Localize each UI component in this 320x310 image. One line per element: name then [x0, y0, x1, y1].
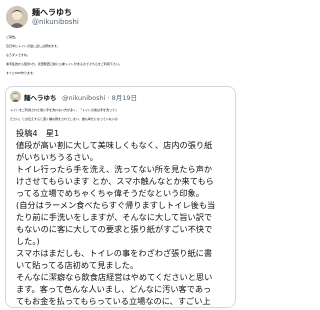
- post-line: もうダメですね。: [6, 53, 30, 57]
- review-line: 投稿4 星1: [16, 128, 60, 138]
- quoted-author-avatar: [10, 91, 21, 102]
- review-line: たり前に手洗いをしますが、そんなに大して旨い訳で: [16, 212, 213, 222]
- review-line: トイレ行ったら手を洗え、洗ってない所を見たら声か: [16, 164, 213, 174]
- review-line: した。): [16, 236, 40, 246]
- quoted-date: 8月19日: [111, 94, 138, 102]
- quoted-author-name: 麺へラゆち: [24, 94, 57, 102]
- quoted-handle-text: @nikuniboshi: [62, 94, 106, 102]
- quoted-post-header: 麺へラゆち @nikuniboshi · 8月19日: [10, 91, 230, 103]
- review-line: スマホはまだしも、トイレの事をわざわざ張り紙に書: [16, 248, 213, 258]
- author-handle[interactable]: @nikuniboshi: [32, 18, 79, 26]
- post-line: ご報告。: [6, 35, 19, 39]
- quoted-post[interactable]: 麺へラゆち @nikuniboshi · 8月19日 トイレをご利用された後に手…: [5, 86, 236, 308]
- post-line: 素手乱舞から徒歩1分、武里駅西口前に公衆トイレがあるのでそちらをご利用下さい。: [6, 62, 122, 66]
- review-line: けさせてもらいます とか、スマホ触んなとか来てもら: [16, 176, 214, 186]
- review-line: いて貼ってる店初めて見ました。: [16, 260, 139, 270]
- review-line: もないのに客に大しての要求と張り紙がすごい不快で: [16, 224, 213, 234]
- review-line: ってる立場でめちゃくちゃ偉そうだなという印象。: [16, 188, 204, 198]
- review-screenshot-image[interactable]: 投稿4 星1 値段が高い割に大して美味しくもなく、店内の張り紙 がいちいちうるさ…: [10, 125, 232, 307]
- quoted-author-handle: @nikuniboshi · 8月19日: [62, 94, 138, 102]
- post-body: ご報告。 近日中にトイレの貼し出しは辞めます。 もうダメですね。 素手乱舞から徒…: [6, 33, 236, 78]
- quoted-line: ださい」とお伝えすると凄く嫌な顔をされてしまい、誰も幸せになっていないの: [10, 117, 118, 121]
- review-line: (自分はラーメン食べたらすぐ帰りますしトイレ後も当: [16, 200, 216, 210]
- post-header: 麺へラゆち @nikuniboshi: [4, 6, 236, 30]
- author-avatar[interactable]: [6, 6, 28, 28]
- review-line: 値段が高い割に大して美味しくもなく、店内の張り紙: [16, 140, 213, 150]
- review-line: がいちいちうるさい。: [16, 152, 98, 162]
- post-line: 近日中にトイレの貼し出しは辞めます。: [6, 44, 60, 48]
- post-line: すぐにPOP作ります。: [6, 71, 36, 75]
- quoted-line: トイレをご利用された後に手を洗わない方が多く、「トイレの後は手を洗ってく: [10, 108, 118, 112]
- review-line: てもお金を払ってもらっている立場なのに、すごい上: [16, 296, 211, 306]
- review-line: ます。客って色んな人いまし、どんなに汚い客であっ: [16, 284, 212, 294]
- author-name[interactable]: 麺へラゆち: [32, 7, 72, 18]
- review-line: そんなに潔癖なら飲食店経営はやめてくださいと思い: [16, 272, 213, 282]
